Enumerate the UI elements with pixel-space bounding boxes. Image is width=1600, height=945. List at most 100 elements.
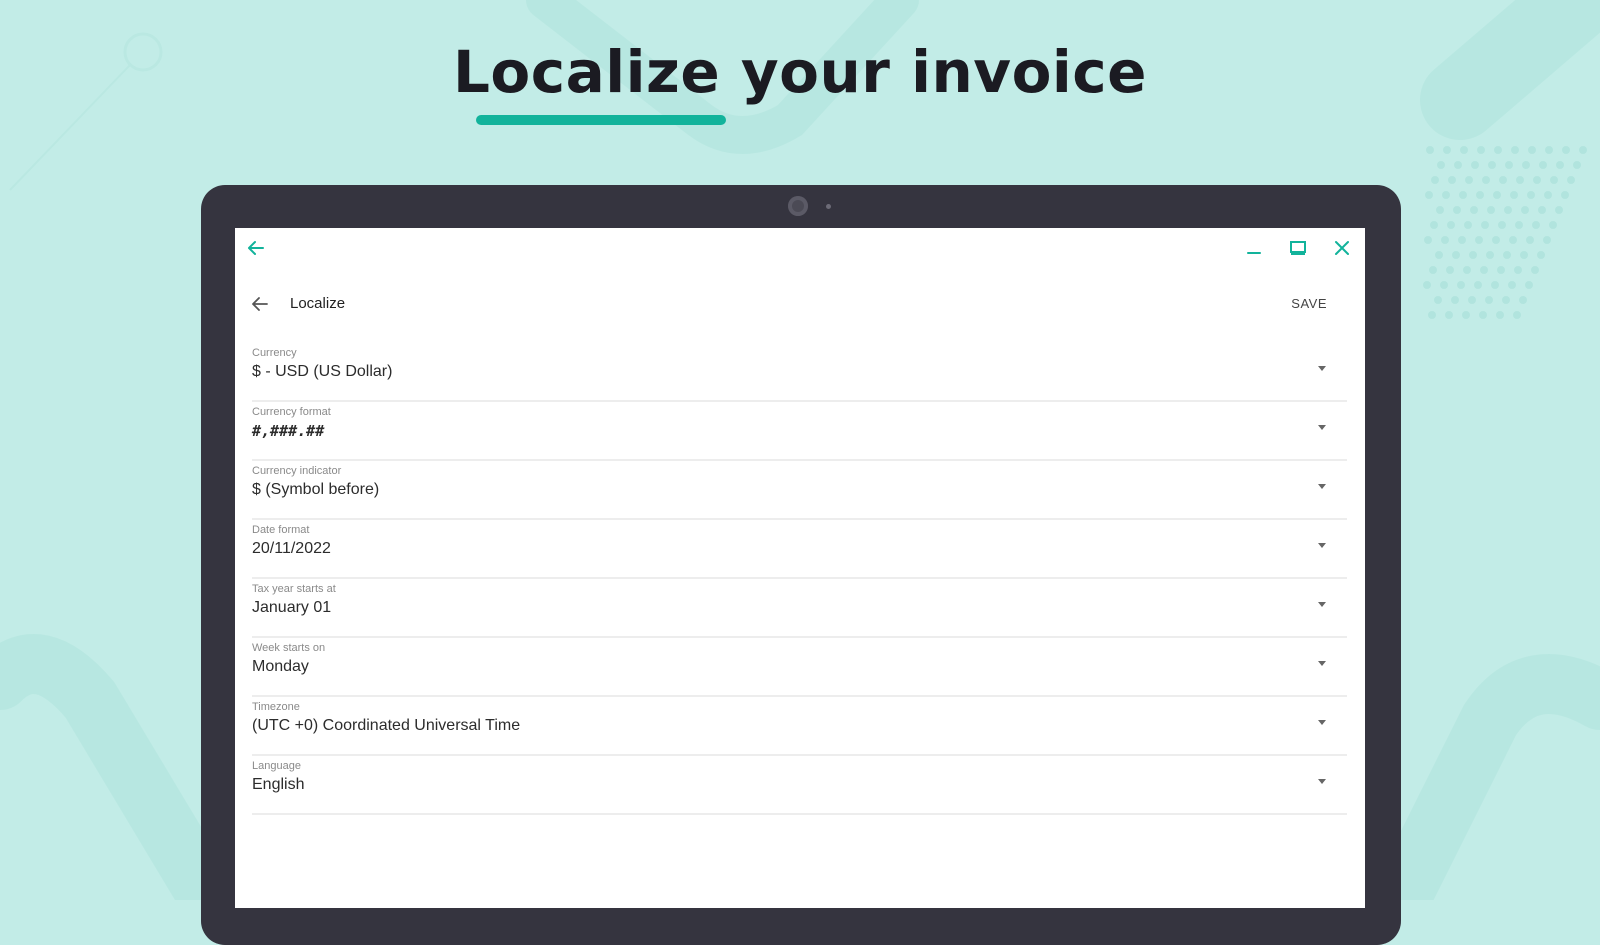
decor-dot xyxy=(1503,251,1511,259)
decor-dot xyxy=(1493,191,1501,199)
language-label: Language xyxy=(252,760,301,772)
decor-dot xyxy=(1476,191,1484,199)
decor-dot xyxy=(1527,191,1535,199)
currency-label: Currency xyxy=(252,347,297,359)
chevron-down-icon[interactable] xyxy=(1318,779,1326,784)
decor-dot xyxy=(1539,161,1547,169)
chevron-down-icon[interactable] xyxy=(1318,543,1326,548)
date-format-value: 20/11/2022 xyxy=(252,540,331,557)
app-bar: Localize SAVE xyxy=(235,284,1365,324)
date-format-label: Date format xyxy=(252,524,310,536)
camera-icon xyxy=(788,196,808,216)
decor-dot xyxy=(1504,206,1512,214)
week-start-dropdown[interactable]: Week starts on Monday xyxy=(252,638,1347,697)
page-headline: Localize your invoice xyxy=(452,38,1148,106)
decor-dot xyxy=(1434,296,1442,304)
decor-dot xyxy=(1522,161,1530,169)
decor-dot xyxy=(1465,176,1473,184)
decor-dot xyxy=(1447,221,1455,229)
decor-dot xyxy=(1521,206,1529,214)
decor-dot xyxy=(1446,266,1454,274)
decor-dot xyxy=(1502,296,1510,304)
decor-dot xyxy=(1533,176,1541,184)
decor-dot xyxy=(1428,311,1436,319)
decor-dot xyxy=(1509,236,1517,244)
save-button[interactable]: SAVE xyxy=(1291,296,1327,311)
currency-format-dropdown[interactable]: Currency format #,###.## xyxy=(252,402,1347,461)
window-back-icon[interactable] xyxy=(245,237,267,259)
maximize-icon[interactable] xyxy=(1287,237,1309,259)
decor-dot xyxy=(1440,281,1448,289)
currency-indicator-label: Currency indicator xyxy=(252,465,342,477)
chevron-down-icon[interactable] xyxy=(1318,720,1326,725)
decor-dot xyxy=(1452,251,1460,259)
decor-dot xyxy=(1567,176,1575,184)
currency-indicator-dropdown[interactable]: Currency indicator $ (Symbol before) xyxy=(252,461,1347,520)
decor-dot xyxy=(1460,146,1468,154)
decor-dot xyxy=(1425,191,1433,199)
timezone-value: (UTC +0) Coordinated Universal Time xyxy=(252,717,521,734)
decor-dot xyxy=(1431,176,1439,184)
currency-indicator-value: $ (Symbol before) xyxy=(252,481,380,498)
decor-dot xyxy=(1515,221,1523,229)
window-controls xyxy=(1243,237,1353,259)
decor-dot xyxy=(1498,221,1506,229)
decor-dot xyxy=(1457,281,1465,289)
chevron-down-icon[interactable] xyxy=(1318,366,1326,371)
decor-dot xyxy=(1561,191,1569,199)
minimize-icon[interactable] xyxy=(1243,237,1265,259)
decor-dot xyxy=(1516,176,1524,184)
close-icon[interactable] xyxy=(1331,237,1353,259)
date-format-dropdown[interactable]: Date format 20/11/2022 xyxy=(252,520,1347,579)
decor-dot xyxy=(1499,176,1507,184)
decor-dot xyxy=(1426,146,1434,154)
decor-dot xyxy=(1458,236,1466,244)
chevron-down-icon[interactable] xyxy=(1318,602,1326,607)
decor-dot xyxy=(1470,206,1478,214)
decor-dot xyxy=(1528,146,1536,154)
decor-dot xyxy=(1451,296,1459,304)
week-start-value: Monday xyxy=(252,658,309,675)
language-dropdown[interactable]: Language English xyxy=(252,756,1347,815)
currency-value: $ - USD (US Dollar) xyxy=(252,363,393,380)
decor-dot xyxy=(1573,161,1581,169)
chevron-down-icon[interactable] xyxy=(1318,425,1326,430)
decor-dot xyxy=(1430,221,1438,229)
decor-dot xyxy=(1487,206,1495,214)
decor-dot xyxy=(1445,311,1453,319)
decor-dot xyxy=(1435,251,1443,259)
decor-dot xyxy=(1437,161,1445,169)
decor-dot xyxy=(1520,251,1528,259)
decor-dot xyxy=(1492,236,1500,244)
currency-format-label: Currency format xyxy=(252,406,331,418)
tax-year-label: Tax year starts at xyxy=(252,583,336,595)
decor-dot xyxy=(1549,221,1557,229)
chevron-down-icon[interactable] xyxy=(1318,661,1326,666)
page-title: Localize xyxy=(290,295,346,312)
chevron-down-icon[interactable] xyxy=(1318,484,1326,489)
decor-dot xyxy=(1468,296,1476,304)
currency-dropdown[interactable]: Currency $ - USD (US Dollar) xyxy=(252,343,1347,402)
decor-dot xyxy=(1482,176,1490,184)
decor-dot xyxy=(1513,311,1521,319)
decor-dot xyxy=(1531,266,1539,274)
decor-dot xyxy=(1469,251,1477,259)
decor-dot xyxy=(1474,281,1482,289)
headline-underline xyxy=(476,115,726,125)
decor-dot xyxy=(1538,206,1546,214)
decor-dot xyxy=(1519,296,1527,304)
decor-dot xyxy=(1526,236,1534,244)
settings-list: Currency $ - USD (US Dollar) Currency fo… xyxy=(252,343,1347,815)
decor-dot xyxy=(1510,191,1518,199)
decor-dot xyxy=(1464,221,1472,229)
language-value: English xyxy=(252,776,305,793)
decor-dot xyxy=(1462,311,1470,319)
decor-dot xyxy=(1525,281,1533,289)
tax-year-dropdown[interactable]: Tax year starts at January 01 xyxy=(252,579,1347,638)
decor-dot xyxy=(1491,281,1499,289)
decor-dot xyxy=(1505,161,1513,169)
timezone-dropdown[interactable]: Timezone (UTC +0) Coordinated Universal … xyxy=(252,697,1347,756)
back-arrow-icon[interactable] xyxy=(249,293,271,315)
decor-dot xyxy=(1480,266,1488,274)
decor-dot xyxy=(1477,146,1485,154)
